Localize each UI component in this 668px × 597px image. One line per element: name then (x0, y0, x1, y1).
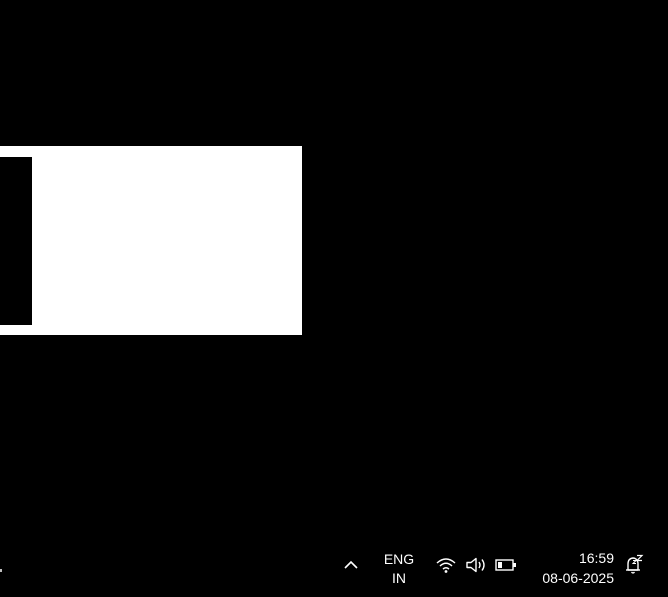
network-button[interactable] (434, 556, 458, 578)
battery-button[interactable] (494, 556, 518, 578)
region-code: IN (392, 570, 406, 586)
input-language-indicator[interactable]: ENG IN (380, 550, 418, 588)
battery-icon (495, 558, 517, 577)
volume-button[interactable] (464, 556, 488, 578)
show-desktop-edge[interactable] (0, 569, 2, 572)
desktop: ENG IN 16:59 08-06-2025 (0, 0, 668, 597)
show-hidden-icons-button[interactable] (340, 556, 362, 578)
clock-time: 16:59 (578, 550, 614, 566)
wifi-icon (435, 556, 457, 579)
chevron-up-icon (343, 557, 359, 578)
notification-bell-icon (623, 554, 645, 581)
taskbar: ENG IN 16:59 08-06-2025 (0, 540, 668, 597)
window-side-panel (0, 157, 32, 325)
app-window[interactable] (0, 146, 302, 335)
notification-center-button[interactable] (621, 554, 647, 580)
clock-date-text: 08-06-2025 (542, 570, 614, 586)
speaker-icon (465, 556, 487, 579)
language-code: ENG (383, 551, 415, 567)
clock-date[interactable]: 16:59 08-06-2025 (528, 548, 614, 588)
